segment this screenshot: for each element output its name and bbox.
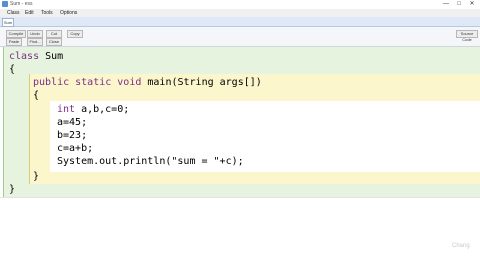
undo-button[interactable]: Undo <box>27 30 43 38</box>
method-signature: main(String args[]) <box>141 77 262 88</box>
toolbar: Compile Undo Cut Copy Paste Find... Clos… <box>0 27 480 47</box>
menu-edit[interactable]: Edit <box>25 9 34 17</box>
var-declaration: a,b,c=0; <box>75 104 130 115</box>
copy-button[interactable]: Copy <box>67 30 83 38</box>
app-icon <box>2 1 8 7</box>
menu-tools[interactable]: Tools <box>41 9 53 17</box>
cut-button[interactable]: Cut <box>46 30 62 38</box>
window-title: Sum - ess <box>10 1 33 7</box>
code-line-3: public static void main(String args[]) <box>33 77 262 89</box>
source-code-dropdown[interactable]: Source Code <box>456 30 478 42</box>
compile-button[interactable]: Compile <box>6 30 26 38</box>
menu-class[interactable]: Class <box>7 9 20 17</box>
tab-sum[interactable]: Sum <box>2 18 14 27</box>
watermark: Chang <box>452 243 470 249</box>
code-line-7: b=23; <box>57 130 88 141</box>
keyword-int: int <box>57 104 76 115</box>
code-editor[interactable]: class Sum { public static void main(Stri… <box>0 47 480 197</box>
paste-button[interactable]: Paste <box>6 38 22 46</box>
close-file-button[interactable]: Close <box>46 38 62 46</box>
menu-bar: Class Edit Tools Options <box>0 9 480 17</box>
editor-empty-area <box>0 197 480 270</box>
divider <box>0 197 480 198</box>
title-bar: Sum - ess — □ ✕ <box>0 0 480 9</box>
code-line-10: } <box>33 171 40 182</box>
minimize-button[interactable]: — <box>440 0 452 8</box>
method-scope-edge <box>29 74 30 184</box>
keyword-class: class <box>9 51 40 62</box>
code-line-9: System.out.println("sum = "+c); <box>57 156 244 167</box>
code-line-2: { <box>9 64 16 75</box>
code-line-4: { <box>33 90 40 101</box>
class-scope-edge <box>3 47 4 197</box>
tab-strip: Sum <box>0 17 480 27</box>
find-button[interactable]: Find... <box>27 38 43 46</box>
code-line-11: } <box>9 184 16 195</box>
close-button[interactable]: ✕ <box>466 0 478 8</box>
code-line-1: class Sum <box>9 51 63 63</box>
maximize-button[interactable]: □ <box>453 0 465 8</box>
code-line-8: c=a+b; <box>57 143 94 154</box>
class-name: Sum <box>39 51 64 62</box>
keyword-modifiers: public static void <box>33 77 142 88</box>
code-line-5: int a,b,c=0; <box>57 104 129 116</box>
code-line-6: a=45; <box>57 117 88 128</box>
menu-options[interactable]: Options <box>60 9 77 17</box>
